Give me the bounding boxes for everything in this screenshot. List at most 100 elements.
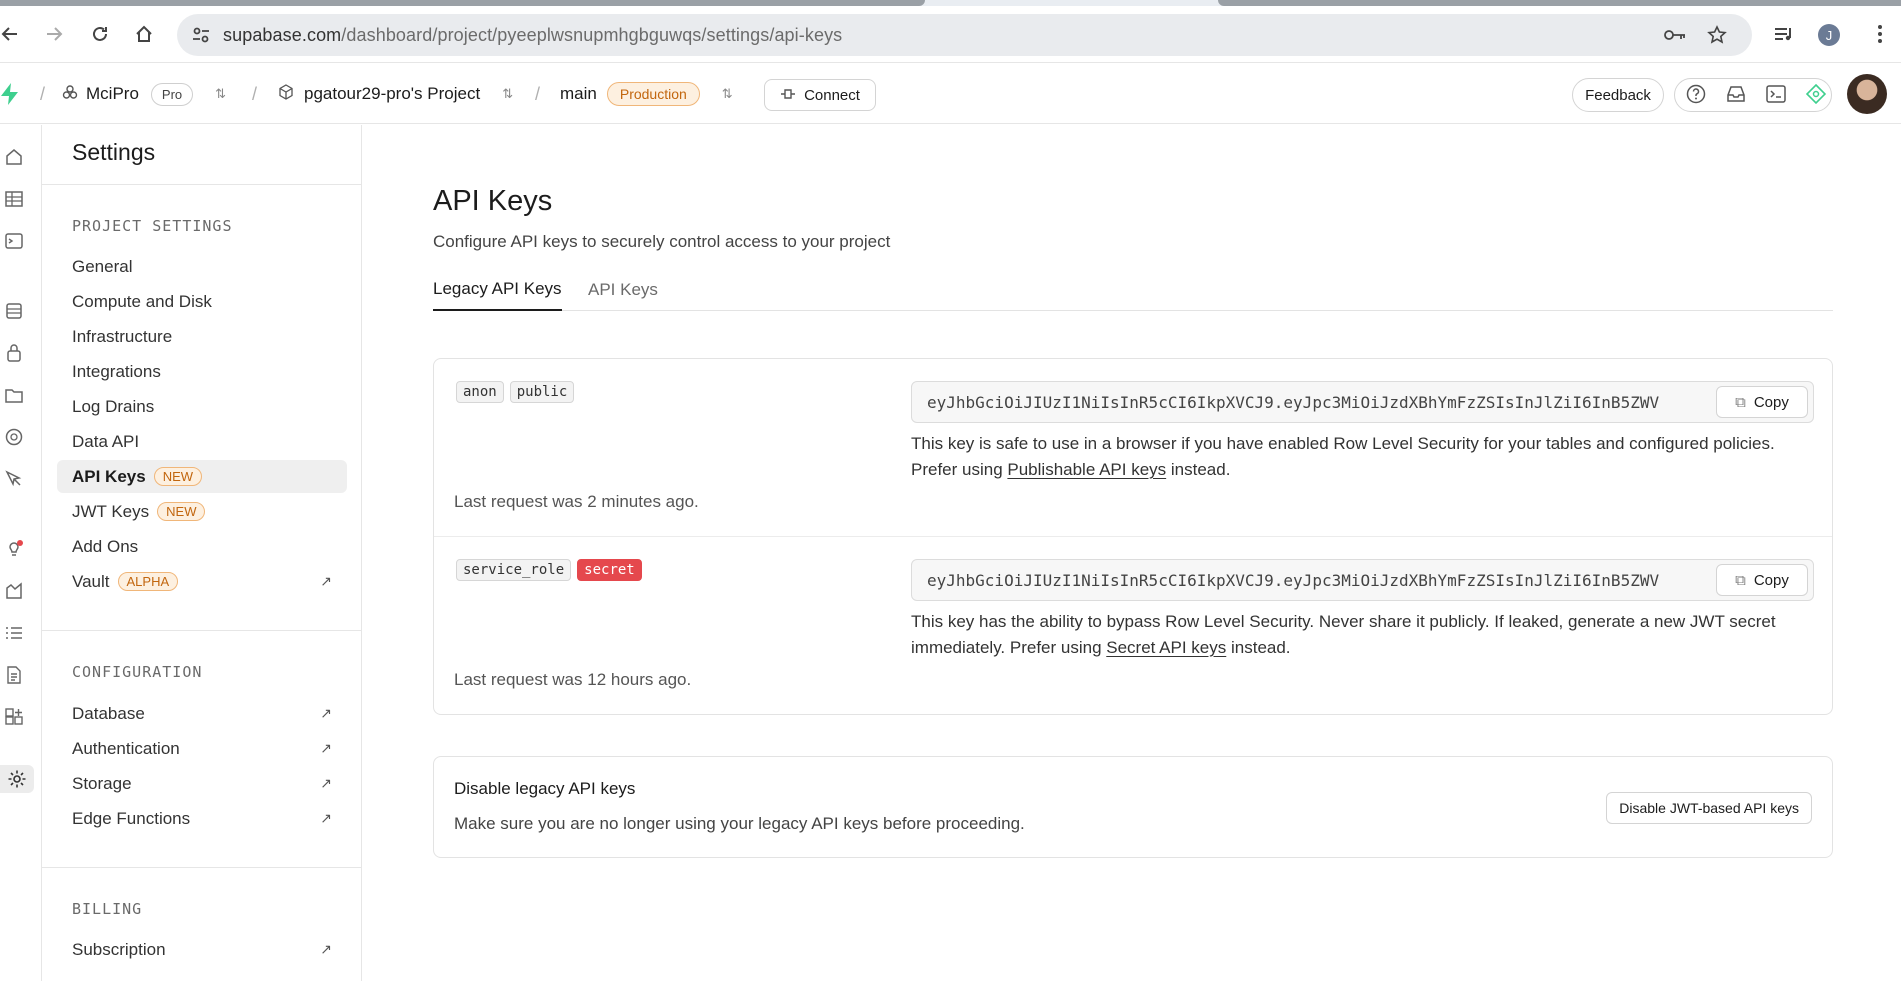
external-link-icon: ↗: [320, 740, 332, 756]
sidebar-item-label: Vault: [72, 571, 110, 591]
production-badge: Production: [606, 82, 700, 106]
legacy-keys-card: anon public eyJhbGciOiJIUzI1NiIsInR5cCI6I…: [433, 358, 1833, 715]
org-name: MciPro: [86, 84, 139, 103]
browser-menu-icon[interactable]: [1866, 20, 1894, 48]
org-selector[interactable]: MciPro Pro ⇅: [62, 64, 226, 124]
project-box-icon: [278, 83, 294, 105]
sidebar-item-integrations[interactable]: Integrations: [57, 355, 347, 388]
site-info-icon[interactable]: [189, 23, 213, 47]
feedback-button[interactable]: Feedback: [1572, 78, 1664, 112]
terminal-icon[interactable]: [1760, 78, 1792, 110]
reload-icon[interactable]: [86, 20, 114, 48]
browser-profile-avatar[interactable]: J: [1818, 24, 1840, 46]
sidebar-item-label: Infrastructure: [72, 326, 173, 346]
tab-label: API Keys: [588, 279, 658, 299]
sidebar-item-data-api[interactable]: Data API: [57, 425, 347, 458]
tab-api-keys[interactable]: API Keys: [588, 268, 658, 311]
sidebar-item-api-keys[interactable]: API Keys NEW: [57, 460, 347, 493]
copy-icon: ⧉: [1735, 571, 1746, 589]
home-nav-icon[interactable]: [0, 143, 28, 171]
anon-key-field[interactable]: eyJhbGciOiJIUzI1NiIsInR5cCI6IkpXVCJ9.eyJ…: [911, 381, 1814, 423]
copy-service-role-key-button[interactable]: ⧉ Copy: [1716, 564, 1808, 596]
breadcrumb-separator: /: [40, 83, 46, 104]
org-plan-badge: Pro: [150, 82, 194, 106]
sidebar-item-edge-functions[interactable]: Edge Functions ↗: [57, 802, 347, 835]
home-icon[interactable]: [130, 20, 158, 48]
logs-icon[interactable]: [0, 619, 28, 647]
sidebar-title: Settings: [72, 139, 156, 165]
key-row-service-role: service_role secret eyJhbGciOiJIUzI1NiIsI…: [434, 537, 1832, 715]
note-text: instead.: [1226, 638, 1291, 657]
branch-name: main: [560, 84, 597, 103]
disable-jwt-keys-button[interactable]: Disable JWT-based API keys: [1606, 792, 1812, 824]
sidebar-item-label: Subscription: [72, 939, 166, 959]
divider: [42, 630, 362, 631]
auth-icon[interactable]: [0, 339, 28, 367]
breadcrumb-separator: /: [535, 83, 541, 104]
disable-legacy-title: Disable legacy API keys: [454, 779, 636, 798]
external-link-icon: ↗: [320, 941, 332, 957]
database-icon[interactable]: [0, 297, 28, 325]
supabase-logo-icon[interactable]: [0, 64, 20, 124]
secret-keys-link[interactable]: Secret API keys: [1106, 638, 1226, 657]
address-bar[interactable]: supabase.com/dashboard/project/pyeeplwsn…: [177, 14, 1752, 56]
publishable-keys-link[interactable]: Publishable API keys: [1007, 460, 1166, 479]
assistant-diamond-icon[interactable]: [1800, 78, 1832, 110]
service-role-last-request: Last request was 12 hours ago.: [454, 670, 692, 689]
project-selector[interactable]: pgatour29-pro's Project ⇅: [278, 64, 513, 124]
sidebar-item-label: API Keys: [72, 466, 146, 486]
sidebar-item-authentication[interactable]: Authentication ↗: [57, 732, 347, 765]
service-role-key-value: eyJhbGciOiJIUzI1NiIsInR5cCI6IkpXVCJ9.eyJ…: [927, 571, 1660, 590]
browser-chrome: supabase.com/dashboard/project/pyeeplwsn…: [0, 0, 1901, 63]
sidebar-item-label: Authentication: [72, 738, 180, 758]
org-icon: [62, 84, 78, 105]
bookmark-star-icon[interactable]: [1705, 23, 1729, 47]
inbox-icon[interactable]: [1720, 78, 1752, 110]
key-tags: service_role secret: [456, 559, 648, 581]
sidebar-item-subscription[interactable]: Subscription ↗: [57, 933, 347, 966]
media-queue-icon[interactable]: [1770, 20, 1798, 48]
sidebar-item-log-drains[interactable]: Log Drains: [57, 390, 347, 423]
settings-gear-icon[interactable]: [0, 765, 34, 793]
sidebar-item-general[interactable]: General: [57, 250, 347, 283]
sidebar-item-label: JWT Keys: [72, 501, 150, 521]
integrations-icon[interactable]: [0, 703, 28, 731]
sidebar-item-label: Compute and Disk: [72, 291, 212, 311]
sql-editor-icon[interactable]: [0, 227, 28, 255]
service-role-key-note: This key has the ability to bypass Row L…: [911, 609, 1821, 661]
sidebar-item-compute[interactable]: Compute and Disk: [57, 285, 347, 318]
project-chevron-updown-icon[interactable]: ⇅: [502, 86, 513, 102]
realtime-icon[interactable]: [0, 465, 28, 493]
key-tag-service-role: service_role: [456, 559, 572, 581]
reports-icon[interactable]: [0, 577, 28, 605]
table-editor-icon[interactable]: [0, 185, 28, 213]
back-icon[interactable]: [0, 20, 24, 48]
tab-strip: [0, 0, 1901, 6]
section-heading-project: PROJECT SETTINGS: [72, 217, 233, 235]
tab-legacy-api-keys[interactable]: Legacy API Keys: [433, 268, 562, 311]
sidebar-item-infrastructure[interactable]: Infrastructure: [57, 320, 347, 353]
sidebar-item-add-ons[interactable]: Add Ons: [57, 530, 347, 563]
branch-chevron-updown-icon[interactable]: ⇅: [722, 86, 733, 102]
service-role-key-field[interactable]: eyJhbGciOiJIUzI1NiIsInR5cCI6IkpXVCJ9.eyJ…: [911, 559, 1814, 601]
feedback-label: Feedback: [1585, 86, 1651, 104]
sidebar-item-vault[interactable]: Vault ALPHA ↗: [57, 565, 347, 598]
branch-selector[interactable]: main Production ⇅: [560, 64, 733, 124]
advisors-icon[interactable]: [0, 535, 28, 563]
user-avatar[interactable]: [1847, 74, 1887, 114]
forward-icon[interactable]: [40, 20, 68, 48]
sidebar-item-database[interactable]: Database ↗: [57, 697, 347, 730]
api-docs-icon[interactable]: [0, 661, 28, 689]
storage-icon[interactable]: [0, 381, 28, 409]
sidebar-item-storage[interactable]: Storage ↗: [57, 767, 347, 800]
project-name: pgatour29-pro's Project: [304, 84, 481, 103]
password-key-icon[interactable]: [1663, 23, 1687, 47]
note-text: instead.: [1166, 460, 1231, 479]
external-link-icon: ↗: [320, 573, 332, 589]
org-chevron-updown-icon[interactable]: ⇅: [215, 86, 226, 102]
help-icon[interactable]: [1680, 78, 1712, 110]
edge-functions-icon[interactable]: [0, 423, 28, 451]
sidebar-item-jwt-keys[interactable]: JWT Keys NEW: [57, 495, 347, 528]
connect-button[interactable]: Connect: [764, 79, 876, 111]
copy-anon-key-button[interactable]: ⧉ Copy: [1716, 386, 1808, 418]
